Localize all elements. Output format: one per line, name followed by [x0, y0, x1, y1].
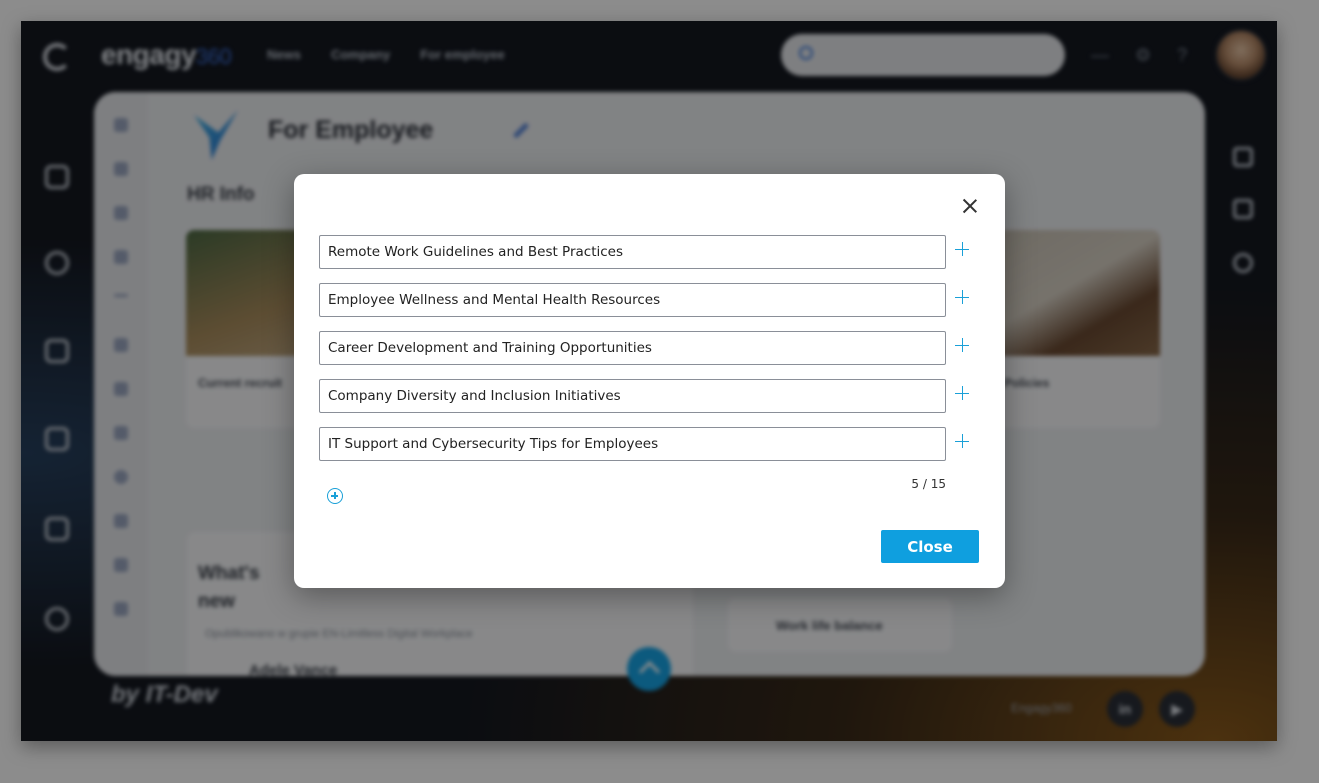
- more-icon[interactable]: —: [1091, 45, 1109, 66]
- edit-links-dialog: 5 / 15 Close: [294, 174, 1005, 588]
- top-nav: News Company For employee: [267, 47, 505, 62]
- card-caption: Policies: [1004, 376, 1050, 390]
- quick-link-label: Work life balance: [776, 618, 883, 633]
- list-item: [319, 235, 971, 269]
- top-icons: — ⚙ ?: [1091, 45, 1187, 66]
- divider-icon[interactable]: [114, 294, 128, 297]
- image-icon[interactable]: [114, 250, 128, 264]
- people-icon[interactable]: [1233, 199, 1253, 219]
- nav-item-for-employee[interactable]: For employee: [420, 47, 505, 62]
- item-text-field[interactable]: [319, 427, 946, 461]
- settings-icon[interactable]: [1233, 253, 1253, 273]
- link-icon[interactable]: [45, 607, 69, 631]
- left-rail: [21, 91, 93, 741]
- edit-title-icon[interactable]: [512, 122, 530, 139]
- scroll-to-top-button[interactable]: [627, 647, 671, 691]
- footer-vendor-logo[interactable]: by IT-Dev: [111, 681, 218, 709]
- close-icon[interactable]: [960, 196, 980, 216]
- expand-icon[interactable]: [114, 602, 128, 616]
- app-logo-icon[interactable]: [43, 43, 71, 71]
- card-image: [992, 230, 1160, 356]
- star-icon[interactable]: [1233, 147, 1253, 167]
- add-item-circle-icon[interactable]: [327, 488, 343, 504]
- clock-icon[interactable]: [114, 470, 128, 484]
- top-bar: engagy360 News Company For employee — ⚙ …: [21, 21, 1277, 91]
- globe-icon[interactable]: [45, 251, 69, 275]
- gear-icon[interactable]: ⚙: [1135, 45, 1151, 66]
- add-section-icon[interactable]: [114, 118, 128, 132]
- pencil-icon[interactable]: [114, 558, 128, 572]
- nav-item-company[interactable]: Company: [331, 47, 390, 62]
- file-icon[interactable]: [114, 426, 128, 440]
- home-icon[interactable]: [45, 165, 69, 189]
- footer-product-link[interactable]: Engagy360: [1011, 701, 1072, 715]
- calendar-icon[interactable]: [45, 339, 69, 363]
- brand-logo[interactable]: engagy360: [101, 39, 232, 71]
- youtube-icon[interactable]: ▶: [1159, 691, 1195, 727]
- settings-icon[interactable]: [114, 162, 128, 176]
- hr-card[interactable]: Policies: [992, 230, 1160, 428]
- editor-toolbar: [94, 92, 148, 676]
- list-item: [319, 379, 971, 413]
- nav-item-news[interactable]: News: [267, 47, 301, 62]
- bulb-icon[interactable]: [114, 338, 128, 352]
- linkedin-icon[interactable]: in: [1107, 691, 1143, 727]
- list-item: [319, 427, 971, 461]
- right-rail: [1211, 91, 1277, 691]
- list-item: [319, 283, 971, 317]
- close-button[interactable]: Close: [881, 530, 979, 563]
- link-icon[interactable]: [114, 382, 128, 396]
- item-counter: 5 / 15: [911, 477, 946, 491]
- quick-link-card[interactable]: Work life balance: [728, 598, 952, 652]
- add-item-below-icon[interactable]: [955, 242, 969, 256]
- add-item-below-icon[interactable]: [955, 338, 969, 352]
- user-avatar[interactable]: [1215, 29, 1267, 81]
- search-icon: [799, 46, 813, 60]
- page-title: For Employee: [268, 116, 434, 144]
- comment-icon[interactable]: [114, 206, 128, 220]
- section-title: HR Info: [187, 184, 255, 205]
- item-text-field[interactable]: [319, 283, 946, 317]
- list-icon[interactable]: [45, 517, 69, 541]
- card-caption: Current recruit: [198, 376, 283, 390]
- add-item-below-icon[interactable]: [955, 434, 969, 448]
- item-text-field[interactable]: [319, 235, 946, 269]
- add-item-below-icon[interactable]: [955, 290, 969, 304]
- global-search-input[interactable]: [781, 34, 1065, 76]
- item-text-field[interactable]: [319, 331, 946, 365]
- add-item-below-icon[interactable]: [955, 386, 969, 400]
- page-logo: [194, 110, 238, 160]
- list-item: [319, 331, 971, 365]
- help-icon[interactable]: ?: [1177, 45, 1187, 66]
- document-icon[interactable]: [45, 427, 69, 451]
- item-text-field[interactable]: [319, 379, 946, 413]
- post-group: Opublikowano w grupie EN-Limitless Digit…: [205, 628, 473, 640]
- post-author[interactable]: Adele Vance: [249, 662, 337, 676]
- people-icon[interactable]: [114, 514, 128, 528]
- whats-new-title: What's new: [198, 563, 260, 612]
